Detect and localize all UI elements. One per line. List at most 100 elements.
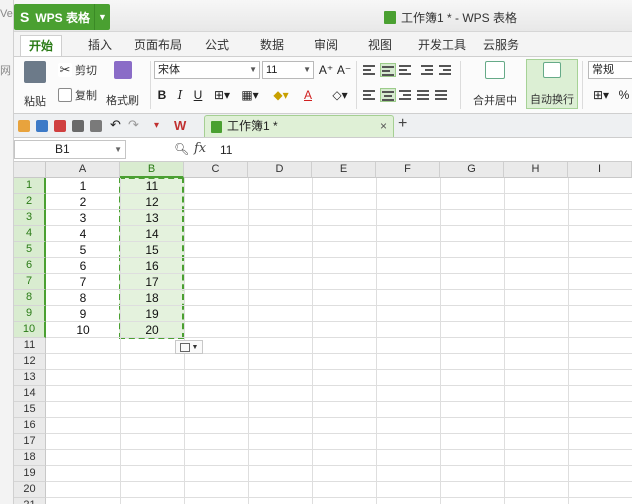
- cell-style-button[interactable]: ▦▾: [238, 87, 262, 103]
- cell-b10[interactable]: 20: [120, 322, 184, 338]
- cell-b2[interactable]: 12: [120, 194, 184, 210]
- distributed-align-icon[interactable]: [434, 88, 450, 102]
- undo-icon[interactable]: ↶: [110, 118, 122, 131]
- row-header-14[interactable]: 14: [14, 386, 46, 402]
- column-header-c[interactable]: C: [184, 162, 248, 178]
- column-header-a[interactable]: A: [46, 162, 120, 178]
- print-preview-icon[interactable]: [90, 120, 102, 132]
- row-header-7[interactable]: 7: [14, 274, 46, 290]
- font-size-select[interactable]: 11 ▼: [262, 61, 314, 79]
- align-left-icon[interactable]: [362, 88, 378, 102]
- align-bottom-icon[interactable]: [398, 63, 414, 77]
- tab-cloud-services[interactable]: 云服务: [475, 35, 527, 56]
- italic-button[interactable]: I: [172, 87, 188, 103]
- document-tab[interactable]: 工作簿1 * ×: [204, 115, 394, 137]
- cell-a5[interactable]: 5: [46, 242, 120, 258]
- cell-a6[interactable]: 6: [46, 258, 120, 274]
- row-header-6[interactable]: 6: [14, 258, 46, 274]
- cell-a7[interactable]: 7: [46, 274, 120, 290]
- paste-button[interactable]: 粘贴: [18, 61, 52, 109]
- merge-center-button[interactable]: 合并居中: [466, 61, 524, 108]
- row-header-9[interactable]: 9: [14, 306, 46, 322]
- cell-a8[interactable]: 8: [46, 290, 120, 306]
- currency-format-icon[interactable]: ⊞▾: [588, 87, 614, 103]
- increase-font-size-icon[interactable]: A⁺: [318, 62, 334, 78]
- new-tab-button[interactable]: +: [398, 115, 407, 133]
- export-pdf-icon[interactable]: [54, 120, 66, 132]
- chevron-down-icon[interactable]: ▼: [94, 4, 110, 30]
- number-format-select[interactable]: 常规: [588, 61, 632, 79]
- align-top-icon[interactable]: [362, 63, 378, 77]
- align-right-icon[interactable]: [398, 88, 414, 102]
- customize-toolbar-icon[interactable]: ▾: [154, 120, 166, 132]
- cell-a2[interactable]: 2: [46, 194, 120, 210]
- tab-insert[interactable]: 插入: [80, 35, 120, 56]
- chevron-down-icon[interactable]: ▼: [114, 141, 122, 158]
- row-header-1[interactable]: 1: [14, 178, 46, 194]
- cell-b3[interactable]: 13: [120, 210, 184, 226]
- wrap-text-button[interactable]: 自动换行: [526, 59, 578, 109]
- cell-a1[interactable]: 1: [46, 178, 120, 194]
- tab-developer[interactable]: 开发工具: [410, 35, 474, 56]
- fill-color-button[interactable]: ◆▾: [270, 87, 292, 103]
- column-header-i[interactable]: I: [568, 162, 632, 178]
- copy-button[interactable]: 复制: [58, 87, 97, 103]
- cell-b6[interactable]: 16: [120, 258, 184, 274]
- align-center-icon[interactable]: [380, 88, 396, 102]
- cell-a4[interactable]: 4: [46, 226, 120, 242]
- tab-page-layout[interactable]: 页面布局: [126, 35, 190, 56]
- name-box[interactable]: B1 ▼: [14, 140, 126, 159]
- format-painter-button[interactable]: 格式刷: [106, 61, 139, 108]
- row-header-20[interactable]: 20: [14, 482, 46, 498]
- formula-input[interactable]: 11: [220, 143, 232, 157]
- zoom-search-icon[interactable]: 🔍︎: [174, 142, 189, 156]
- clear-format-button[interactable]: ◇▾: [330, 87, 350, 103]
- redo-icon[interactable]: ↷: [128, 118, 140, 131]
- decrease-font-size-icon[interactable]: A⁻: [336, 62, 352, 78]
- row-header-10[interactable]: 10: [14, 322, 46, 338]
- font-color-button[interactable]: A: [298, 87, 318, 103]
- print-icon[interactable]: [72, 120, 84, 132]
- column-header-g[interactable]: G: [440, 162, 504, 178]
- cell-a10[interactable]: 10: [46, 322, 120, 338]
- row-header-19[interactable]: 19: [14, 466, 46, 482]
- row-header-8[interactable]: 8: [14, 290, 46, 306]
- align-middle-icon[interactable]: [380, 63, 396, 77]
- column-header-d[interactable]: D: [248, 162, 312, 178]
- borders-button[interactable]: ⊞▾: [210, 87, 234, 103]
- spreadsheet-grid[interactable]: A B C D E F G H I 1 2 3 4 5 6 7 8 9 10 11 12 13 14 15 16 17 18 19 20…: [14, 162, 632, 504]
- row-header-17[interactable]: 17: [14, 434, 46, 450]
- row-header-4[interactable]: 4: [14, 226, 46, 242]
- row-header-12[interactable]: 12: [14, 354, 46, 370]
- cell-a3[interactable]: 3: [46, 210, 120, 226]
- cut-button[interactable]: ✂ 剪切: [58, 62, 97, 78]
- tab-review[interactable]: 审阅: [306, 35, 346, 56]
- row-header-15[interactable]: 15: [14, 402, 46, 418]
- row-header-3[interactable]: 3: [14, 210, 46, 226]
- column-header-e[interactable]: E: [312, 162, 376, 178]
- row-header-11[interactable]: 11: [14, 338, 46, 354]
- underline-button[interactable]: U: [190, 87, 206, 103]
- font-name-select[interactable]: 宋体 ▼: [154, 61, 260, 79]
- wps-w-icon[interactable]: W: [174, 119, 186, 132]
- app-menu-button[interactable]: S WPS 表格 ▼: [14, 4, 110, 30]
- cell-b8[interactable]: 18: [120, 290, 184, 306]
- save-icon[interactable]: [36, 120, 48, 132]
- cell-b5[interactable]: 15: [120, 242, 184, 258]
- justify-icon[interactable]: [416, 88, 432, 102]
- row-header-21[interactable]: 21: [14, 498, 46, 504]
- column-header-h[interactable]: H: [504, 162, 568, 178]
- cell-b7[interactable]: 17: [120, 274, 184, 290]
- row-header-2[interactable]: 2: [14, 194, 46, 210]
- percent-button[interactable]: %: [616, 87, 632, 103]
- open-folder-icon[interactable]: [18, 120, 30, 132]
- bold-button[interactable]: B: [154, 87, 170, 103]
- paste-options-button[interactable]: ▼: [175, 340, 203, 354]
- select-all-corner[interactable]: [14, 162, 46, 178]
- cell-b1[interactable]: 11: [120, 178, 184, 194]
- increase-indent-icon[interactable]: [438, 63, 454, 77]
- row-header-16[interactable]: 16: [14, 418, 46, 434]
- decrease-indent-icon[interactable]: [420, 63, 436, 77]
- tab-formulas[interactable]: 公式: [197, 35, 237, 56]
- column-header-b[interactable]: B: [120, 162, 184, 178]
